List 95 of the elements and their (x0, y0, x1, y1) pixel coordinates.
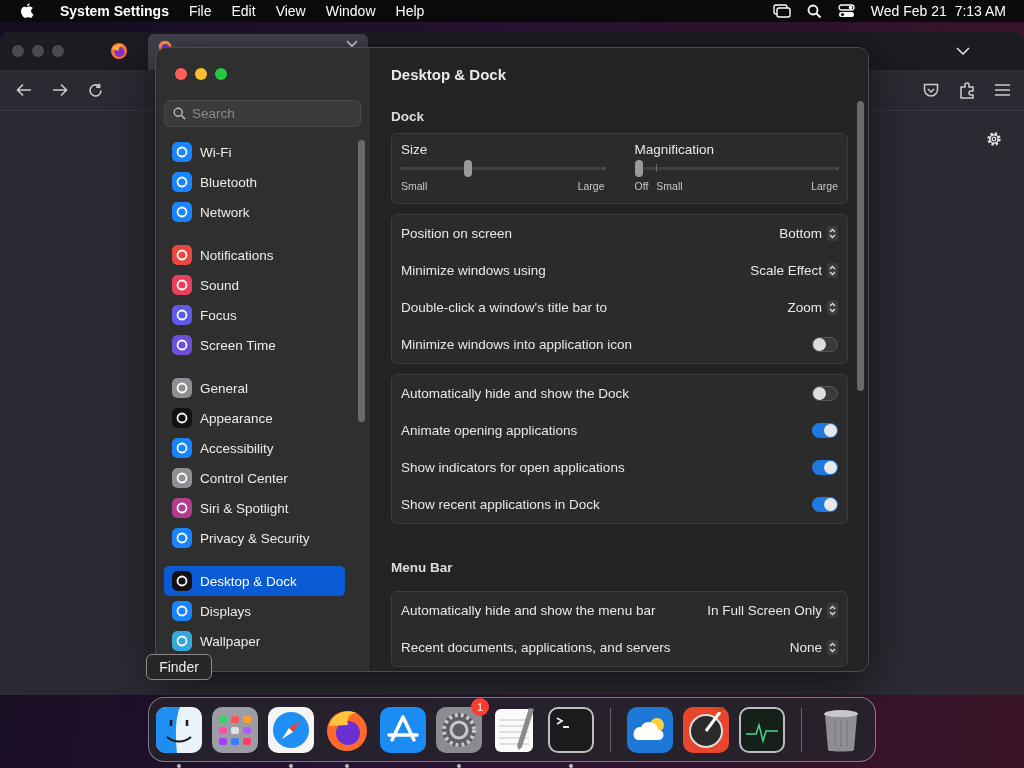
popup-button[interactable]: Scale Effect (750, 263, 838, 278)
sidebar-item[interactable]: Wallpaper (164, 626, 345, 656)
sidebar-item[interactable]: Displays (164, 596, 345, 626)
tooltip: Finder (146, 654, 212, 680)
scale-label: Large (811, 180, 838, 192)
sidebar-item[interactable]: Sound (164, 270, 345, 300)
sidebar-item[interactable]: Wi-Fi (164, 137, 345, 167)
app-menu[interactable]: System Settings (60, 3, 169, 19)
a-shape-icon[interactable] (379, 705, 427, 754)
setting-label: Double-click a window's title bar to (401, 300, 607, 315)
notification-badge: 1 (471, 697, 489, 716)
toggle-switch[interactable] (812, 337, 838, 352)
sidebar-item[interactable]: Accessibility (164, 433, 345, 463)
popup-button[interactable]: In Full Screen Only (707, 603, 838, 618)
search-icon[interactable] (806, 3, 822, 19)
setting-label: Position on screen (401, 226, 513, 241)
menu-item[interactable]: View (275, 3, 306, 19)
compass-icon[interactable] (267, 705, 315, 754)
setting-label: Minimize windows into application icon (401, 337, 633, 352)
grid-icon[interactable] (211, 705, 259, 754)
window-title: Desktop & Dock (391, 64, 508, 85)
cloud-sun-icon[interactable] (626, 705, 674, 754)
popup-button[interactable]: Bottom (779, 226, 838, 241)
settings-icon[interactable] (986, 131, 1002, 147)
toggles-icon[interactable] (837, 4, 855, 18)
setting-label: Recent documents, applications, and servers (401, 640, 671, 655)
popup-button[interactable]: None (789, 640, 838, 655)
sidebar-item[interactable]: General (164, 373, 345, 403)
menu-item[interactable]: File (188, 3, 212, 19)
toggle-switch[interactable] (812, 386, 838, 401)
scale-label: Off (634, 180, 649, 192)
toggle-switch[interactable] (812, 423, 838, 438)
slider[interactable] (401, 160, 605, 177)
search-field[interactable]: Search (164, 100, 361, 127)
back-arrow-icon[interactable] (16, 83, 32, 97)
setting-label: Animate opening applications (401, 423, 578, 438)
pocket-icon[interactable] (923, 82, 939, 98)
sidebar-item[interactable]: Desktop & Dock (164, 566, 345, 596)
sidebar-item[interactable]: Control Center (164, 463, 345, 493)
slider-thumb[interactable] (464, 160, 473, 177)
minimize-button[interactable] (195, 68, 207, 80)
chevron-updown-icon (827, 640, 838, 655)
face-tile-icon[interactable] (155, 705, 203, 754)
slider[interactable] (634, 160, 838, 177)
setting-label: Show recent applications in Dock (401, 497, 600, 512)
scale-label: Large (577, 180, 605, 192)
chevron-updown-icon (827, 226, 838, 241)
scale-label: Small (401, 180, 428, 192)
menu-bar-clock[interactable]: Wed Feb 21 7:13 AM (870, 3, 1006, 19)
gear-icon[interactable] (435, 705, 483, 754)
section-heading: Menu Bar (391, 559, 454, 577)
popup-button[interactable]: Zoom (787, 300, 838, 315)
windows-icon[interactable] (772, 4, 791, 18)
sidebar-item[interactable]: Network (164, 197, 345, 227)
setting-label: Automatically hide and show the menu bar (401, 603, 656, 618)
sidebar-item[interactable]: Appearance (164, 403, 345, 433)
chevron-updown-icon (827, 263, 838, 278)
scrollbar[interactable] (857, 101, 864, 391)
pulse-monitor-icon[interactable] (738, 705, 786, 754)
gauge-icon[interactable] (682, 705, 730, 754)
forward-arrow-icon[interactable] (52, 83, 68, 97)
puzzle-piece-icon[interactable] (959, 81, 975, 99)
search-icon (173, 107, 186, 120)
slider-thumb[interactable] (634, 160, 643, 177)
reload-icon[interactable] (88, 82, 103, 98)
zoom-button[interactable] (215, 68, 227, 80)
chevron-down-icon[interactable] (956, 47, 970, 55)
menu-icon[interactable] (995, 84, 1010, 96)
close-button[interactable] (175, 68, 187, 80)
globe-flame-icon[interactable] (110, 42, 128, 60)
sidebar-item[interactable]: Privacy & Security (164, 523, 345, 553)
section-heading: Dock (391, 108, 425, 126)
sidebar-item[interactable]: Notifications (164, 240, 345, 270)
setting-label: Minimize windows using (401, 263, 546, 278)
scrollbar[interactable] (358, 140, 365, 422)
menu-item[interactable]: Help (395, 3, 425, 19)
toggle-switch[interactable] (812, 497, 838, 512)
chevron-updown-icon (827, 300, 838, 315)
setting-label: Automatically hide and show the Dock (401, 386, 630, 401)
scale-label: Small (656, 180, 683, 192)
menu-item[interactable]: Edit (231, 3, 256, 19)
chevron-down-icon[interactable] (346, 40, 358, 48)
menu-item[interactable]: Window (325, 3, 376, 19)
setting-label: Show indicators for open applications (401, 460, 625, 475)
sidebar-item[interactable]: Siri & Spotlight (164, 493, 345, 523)
tick-mark (655, 164, 657, 172)
slider-label: Size (401, 142, 429, 159)
sidebar-item[interactable]: Screen Time (164, 330, 345, 360)
slider-label: Magnification (634, 142, 716, 159)
apple-icon[interactable] (19, 2, 34, 20)
sidebar-item[interactable]: Focus (164, 300, 345, 330)
toggle-switch[interactable] (812, 460, 838, 475)
chevron-updown-icon (827, 603, 838, 618)
terminal-icon[interactable] (547, 705, 595, 754)
sidebar-item[interactable]: Bluetooth (164, 167, 345, 197)
